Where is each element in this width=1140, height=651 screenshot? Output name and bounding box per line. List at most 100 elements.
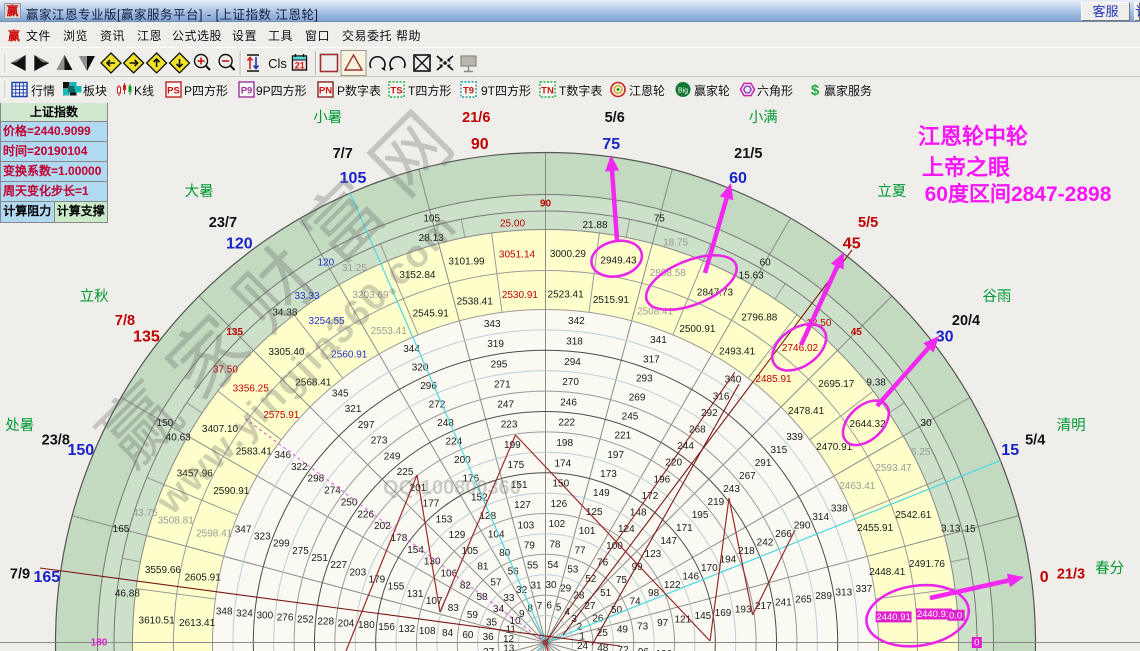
svg-text:春分: 春分 [1095, 560, 1124, 577]
svg-text:241: 241 [775, 598, 792, 609]
svg-text:21: 21 [295, 61, 305, 71]
svg-text:2448.41: 2448.41 [869, 567, 906, 578]
svg-text:202: 202 [374, 521, 391, 532]
svg-text:129: 129 [449, 530, 466, 541]
svg-text:20/4: 20/4 [952, 313, 980, 329]
svg-text:289: 289 [815, 591, 832, 602]
svg-text:31: 31 [530, 581, 542, 592]
svg-text:7/8: 7/8 [115, 313, 135, 329]
svg-text:223: 223 [501, 420, 518, 431]
svg-text:57: 57 [490, 577, 502, 588]
svg-text:2949.43: 2949.43 [600, 255, 637, 266]
svg-text:217: 217 [755, 601, 772, 612]
svg-text:2493.41: 2493.41 [719, 346, 756, 357]
svg-text:124: 124 [618, 524, 635, 535]
svg-text:60: 60 [729, 170, 747, 187]
svg-text:103: 103 [518, 520, 535, 531]
svg-text:15.63: 15.63 [739, 271, 764, 282]
svg-text:2463.41: 2463.41 [839, 481, 876, 492]
svg-text:55: 55 [527, 561, 539, 572]
svg-text:9.38: 9.38 [866, 377, 886, 388]
svg-text:45: 45 [851, 327, 863, 338]
svg-text:246: 246 [560, 397, 577, 408]
svg-text:175: 175 [507, 460, 524, 471]
svg-text:348: 348 [216, 607, 233, 618]
svg-text:324: 324 [236, 609, 253, 620]
svg-text:317: 317 [643, 354, 660, 365]
svg-text:169: 169 [715, 608, 732, 619]
svg-text:2440.91: 2440.91 [876, 612, 910, 623]
svg-text:79: 79 [524, 540, 536, 551]
svg-text:245: 245 [622, 412, 639, 423]
svg-text:35: 35 [486, 617, 498, 628]
svg-text:大暑: 大暑 [185, 183, 214, 200]
svg-text:271: 271 [494, 380, 511, 391]
svg-text:221: 221 [614, 431, 631, 442]
svg-text:21/3: 21/3 [1057, 566, 1085, 582]
svg-text:TN: TN [541, 86, 554, 97]
svg-text:6: 6 [546, 601, 552, 612]
svg-text:228: 228 [317, 616, 334, 627]
svg-text:2847.73: 2847.73 [697, 287, 734, 298]
svg-text:273: 273 [371, 436, 388, 447]
svg-text:0.0: 0.0 [949, 610, 962, 621]
svg-text:13: 13 [503, 644, 515, 651]
svg-text:243: 243 [723, 484, 740, 495]
svg-text:97: 97 [657, 618, 669, 629]
svg-text:53: 53 [567, 564, 579, 575]
svg-text:147: 147 [660, 536, 677, 547]
svg-text:102: 102 [549, 519, 566, 530]
svg-text:150: 150 [67, 442, 94, 459]
svg-text:250: 250 [341, 497, 358, 508]
svg-text:2796.88: 2796.88 [741, 313, 778, 324]
svg-text:3.13: 3.13 [941, 524, 961, 535]
svg-text:154: 154 [407, 545, 424, 556]
svg-text:276: 276 [277, 612, 294, 623]
svg-text:251: 251 [311, 553, 328, 564]
svg-text:5: 5 [556, 603, 562, 614]
svg-text:2440.91: 2440.91 [917, 609, 951, 620]
svg-text:59: 59 [467, 610, 479, 621]
svg-text:上帝之眼: 上帝之眼 [922, 155, 1010, 180]
svg-text:21/6: 21/6 [462, 110, 490, 126]
svg-text:121: 121 [674, 615, 691, 626]
svg-text:58: 58 [476, 592, 488, 603]
svg-text:156: 156 [378, 622, 395, 633]
svg-text:2538.41: 2538.41 [457, 296, 494, 307]
svg-text:3559.66: 3559.66 [145, 565, 182, 576]
svg-text:179: 179 [369, 575, 386, 586]
svg-text:3101.99: 3101.99 [448, 257, 485, 268]
svg-text:338: 338 [831, 504, 848, 515]
svg-text:269: 269 [629, 393, 646, 404]
svg-text:2695.17: 2695.17 [818, 379, 855, 390]
svg-text:54: 54 [547, 560, 559, 571]
svg-text:247: 247 [497, 400, 514, 411]
svg-text:194: 194 [720, 554, 737, 565]
svg-text:126: 126 [550, 499, 567, 510]
svg-text:2542.61: 2542.61 [895, 510, 932, 521]
svg-text:立秋: 立秋 [80, 288, 109, 305]
svg-text:0: 0 [1040, 569, 1049, 586]
svg-text:135: 135 [133, 328, 160, 345]
svg-text:T9: T9 [463, 86, 474, 97]
svg-text:小满: 小满 [749, 109, 778, 126]
svg-text:82: 82 [460, 580, 472, 591]
svg-text:266: 266 [775, 529, 792, 540]
svg-text:180: 180 [91, 638, 108, 649]
svg-text:291: 291 [755, 458, 772, 469]
svg-text:347: 347 [235, 525, 252, 536]
svg-text:处暑: 处暑 [5, 417, 34, 434]
svg-text:23/7: 23/7 [209, 215, 237, 231]
svg-text:24: 24 [577, 641, 589, 651]
svg-text:PN: PN [319, 86, 332, 97]
svg-text:177: 177 [423, 499, 440, 510]
svg-text:2605.91: 2605.91 [185, 573, 222, 584]
svg-text:21.88: 21.88 [582, 220, 607, 231]
svg-text:29: 29 [560, 584, 572, 595]
svg-text:226: 226 [357, 509, 374, 520]
svg-text:197: 197 [607, 450, 624, 461]
svg-text:174: 174 [554, 458, 571, 469]
svg-text:51: 51 [600, 588, 612, 599]
svg-text:341: 341 [650, 335, 667, 346]
svg-text:清明: 清明 [1057, 417, 1086, 434]
